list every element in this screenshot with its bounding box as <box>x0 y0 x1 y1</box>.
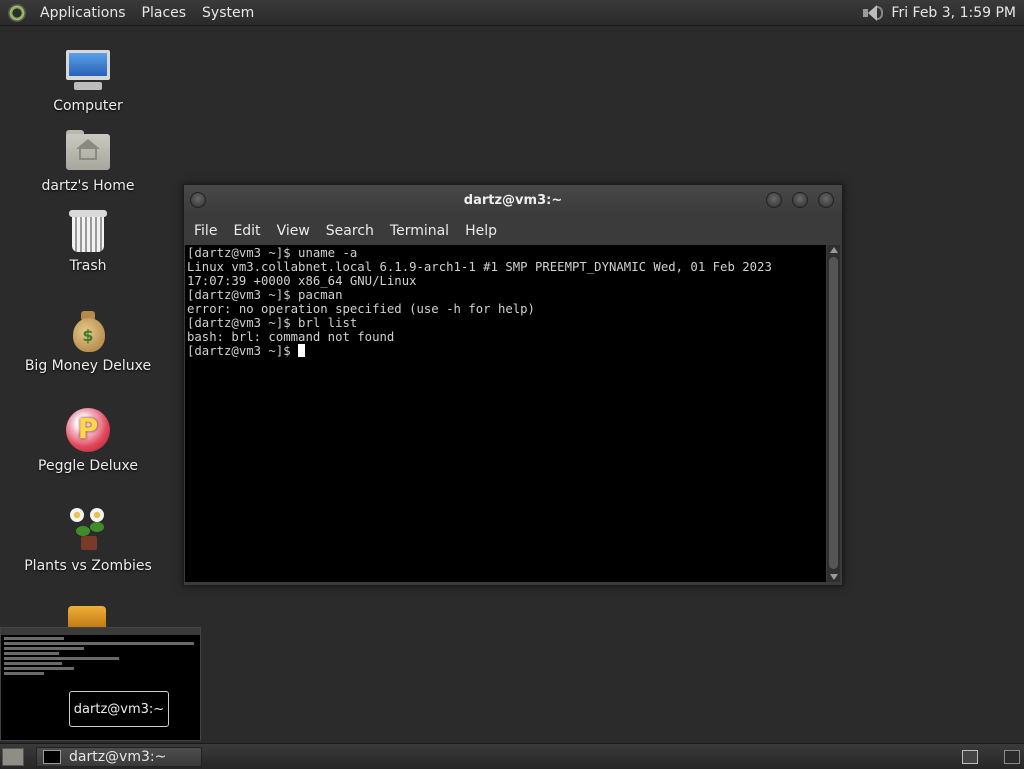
workspace-2[interactable] <box>1004 749 1020 764</box>
menu-system[interactable]: System <box>194 5 262 21</box>
menu-applications[interactable]: Applications <box>32 5 134 21</box>
desktop-icon-label: Peggle Deluxe <box>38 458 138 474</box>
money-bag-icon: $ <box>64 306 112 354</box>
partially-hidden-desktop-icon[interactable] <box>68 606 106 627</box>
scroll-down-arrow-icon[interactable] <box>830 574 838 580</box>
desktop-icon-label: Computer <box>53 98 123 114</box>
terminal-line: [dartz@vm3 ~]$ pacman <box>187 288 343 302</box>
workspace-1[interactable] <box>962 749 978 764</box>
terminal-line: 17:07:39 +0000 x86_64 GNU/Linux <box>187 274 417 288</box>
window-preview-thumbnail[interactable]: dartz@vm3:~ <box>0 627 201 741</box>
bottom-panel: dartz@vm3:~ <box>0 743 1024 769</box>
desktop-icon-label: dartz's Home <box>41 178 135 194</box>
terminal-line: [dartz@vm3 ~]$ uname -a <box>187 246 358 260</box>
volume-icon[interactable] <box>861 3 885 23</box>
menu-view[interactable]: View <box>269 223 318 239</box>
scrollbar-thumb[interactable] <box>829 257 838 569</box>
desktop-icon-label: Trash <box>69 258 107 274</box>
desktop-icon-big-money-deluxe[interactable]: $ Big Money Deluxe <box>13 306 163 374</box>
clock[interactable]: Fri Feb 3, 1:59 PM <box>891 5 1020 21</box>
terminal-output[interactable]: [dartz@vm3 ~]$ uname -a Linux vm3.collabn… <box>185 245 826 582</box>
top-panel: Applications Places System Fri Feb 3, 1:… <box>0 0 1024 26</box>
text-cursor <box>298 344 306 357</box>
terminal-window[interactable]: dartz@vm3:~ File Edit View Search Termin… <box>183 184 843 586</box>
desktop-icon-peggle-deluxe[interactable]: P Peggle Deluxe <box>13 406 163 474</box>
peggle-icon: P <box>64 406 112 454</box>
menu-edit[interactable]: Edit <box>225 223 268 239</box>
preview-menubar <box>1 628 200 635</box>
show-desktop-icon[interactable] <box>2 747 24 766</box>
terminal-line: error: no operation specified (use -h fo… <box>187 302 535 316</box>
terminal-menubar: File Edit View Search Terminal Help <box>184 217 842 245</box>
desktop-icon-trash[interactable]: Trash <box>13 206 163 274</box>
home-folder-icon <box>64 126 112 174</box>
minimize-button[interactable] <box>766 192 782 208</box>
taskbar-button-terminal[interactable]: dartz@vm3:~ <box>36 746 202 767</box>
terminal-prompt: [dartz@vm3 ~]$ <box>187 344 299 358</box>
terminal-icon <box>43 749 61 764</box>
desktop-icon-plants-vs-zombies[interactable]: Plants vs Zombies <box>13 506 163 574</box>
distro-logo-icon[interactable] <box>8 3 26 22</box>
menu-help[interactable]: Help <box>457 223 505 239</box>
terminal-line: [dartz@vm3 ~]$ brl list <box>187 316 358 330</box>
close-button[interactable] <box>818 192 834 208</box>
menu-terminal[interactable]: Terminal <box>382 223 457 239</box>
scroll-up-arrow-icon[interactable] <box>830 247 838 253</box>
terminal-prompt-line[interactable]: [dartz@vm3 ~]$ <box>187 344 826 358</box>
trash-icon <box>64 206 112 254</box>
computer-icon <box>64 46 112 94</box>
maximize-button[interactable] <box>792 192 808 208</box>
menu-file[interactable]: File <box>186 223 225 239</box>
taskbar-button-label: dartz@vm3:~ <box>69 748 167 765</box>
window-titlebar[interactable]: dartz@vm3:~ <box>184 185 842 217</box>
terminal-scrollbar[interactable] <box>827 245 840 582</box>
plants-vs-zombies-icon <box>64 506 112 554</box>
menu-places[interactable]: Places <box>134 5 195 21</box>
terminal-line: bash: brl: command not found <box>187 330 395 344</box>
desktop-icon-home[interactable]: dartz's Home <box>13 126 163 194</box>
menu-search[interactable]: Search <box>318 223 382 239</box>
desktop-icon-computer[interactable]: Computer <box>13 46 163 114</box>
workspace-switcher[interactable] <box>962 749 1024 764</box>
desktop-icon-label: Big Money Deluxe <box>24 358 152 374</box>
window-tooltip: dartz@vm3:~ <box>69 691 169 727</box>
desktop-icon-label: Plants vs Zombies <box>24 558 152 574</box>
terminal-line: Linux vm3.collabnet.local 6.1.9-arch1-1 … <box>187 260 772 274</box>
window-title: dartz@vm3:~ <box>463 193 563 208</box>
